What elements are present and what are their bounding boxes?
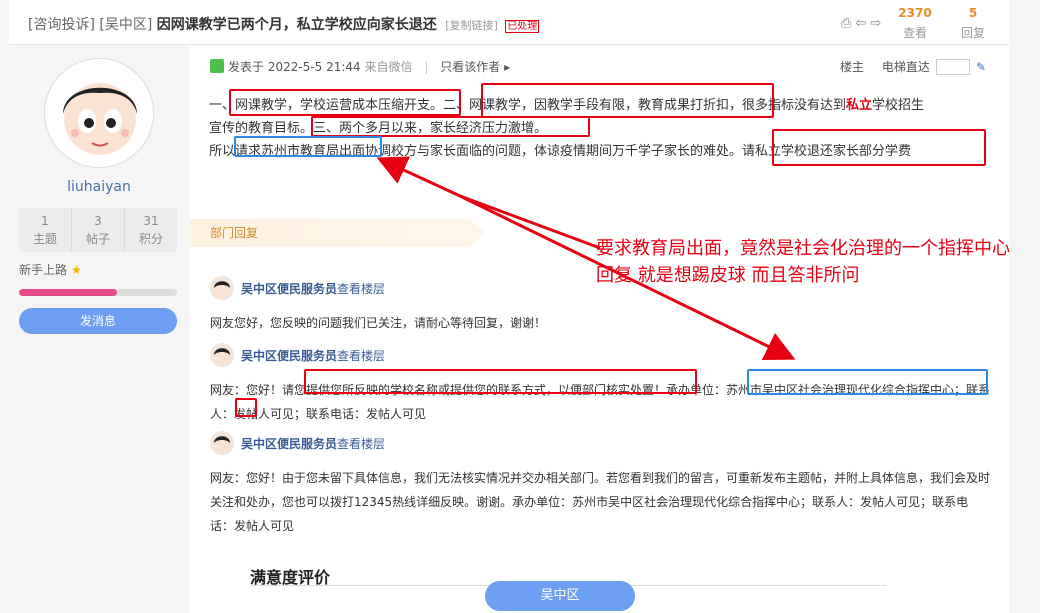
replier-avatar[interactable] <box>210 276 234 300</box>
status-badge: 已处理 <box>505 20 540 33</box>
highlight-box-blue <box>747 369 988 395</box>
stat-topics[interactable]: 1 主题 <box>19 208 72 252</box>
highlight-box-blue <box>234 136 382 157</box>
floor-label: 楼主 <box>840 60 865 74</box>
highlight-box <box>311 116 590 137</box>
replier-name[interactable]: 吴中区便民服务员 <box>241 435 337 452</box>
stat-topics-label: 主题 <box>32 232 57 246</box>
replier-name[interactable]: 吴中区便民服务员 <box>241 347 337 364</box>
post-line-1-emphasis: 私立 <box>846 98 873 113</box>
user-level-label: 新手上路 <box>19 263 68 277</box>
stat-points-label: 积分 <box>138 232 163 246</box>
reply-3: 吴中区便民服务员 查看楼层 网友：您好！由于您未留下具体信息，我们无法核实情况并交… <box>210 431 990 538</box>
highlight-box <box>229 89 461 116</box>
replier-avatar[interactable] <box>210 343 234 367</box>
user-sidebar: liuhaiyan 1 主题 3 帖子 31 积分 新手上路 ★ 发消息 <box>9 46 189 613</box>
replier-name[interactable]: 吴中区便民服务员 <box>241 280 337 297</box>
user-avatar[interactable] <box>44 58 154 168</box>
post-source: 来自微信 <box>364 60 413 74</box>
user-stats: 1 主题 3 帖子 31 积分 <box>19 208 177 252</box>
highlight-box <box>304 369 697 394</box>
replier-avatar[interactable] <box>210 431 234 455</box>
stat-posts[interactable]: 3 帖子 <box>72 208 125 252</box>
view-floor-link[interactable]: 查看楼层 <box>337 435 385 452</box>
category-tag[interactable]: [咨询投诉] <box>28 17 95 33</box>
jump-label: 电梯直达 <box>881 60 930 74</box>
next-icon[interactable]: ⇨ <box>870 16 885 31</box>
thread-tools: ⎙⇦⇨ <box>841 16 885 31</box>
post-line-1-tail: 学校招生 <box>872 98 925 113</box>
views-label: 查看 <box>902 26 927 40</box>
thread-title-line: [咨询投诉] [吴中区] 因网课教学已两个月，私立学校应向家长退还 [复制链接]… <box>28 14 540 34</box>
highlight-box <box>235 398 257 417</box>
prev-icon[interactable]: ⇦ <box>855 16 870 31</box>
highlight-box <box>481 83 774 118</box>
thread-title: 因网课教学已两个月，私立学校应向家长退还 <box>156 17 437 33</box>
page: [咨询投诉] [吴中区] 因网课教学已两个月，私立学校应向家长退还 [复制链接]… <box>0 0 1040 613</box>
stat-topics-value: 1 <box>41 214 49 228</box>
floor-nav: 楼主 电梯直达 ✎ <box>840 58 986 75</box>
view-floor-link[interactable]: 查看楼层 <box>337 280 385 297</box>
district-button[interactable]: 吴中区 <box>485 581 635 611</box>
meta-divider: | <box>424 60 429 74</box>
stat-posts-value: 3 <box>94 214 102 228</box>
stat-posts-label: 帖子 <box>85 232 110 246</box>
level-progress-fill <box>19 289 117 296</box>
reply-body: 网友您好，您反映的问题我们已关注，请耐心等待回复，谢谢！ <box>210 316 547 330</box>
thread-header: [咨询投诉] [吴中区] 因网课教学已两个月，私立学校应向家长退还 [复制链接]… <box>9 0 1009 45</box>
send-message-button[interactable]: 发消息 <box>19 308 177 334</box>
level-progress-bar <box>19 289 177 296</box>
replies-count: 5 <box>968 6 978 20</box>
view-floor-link[interactable]: 查看楼层 <box>337 347 385 364</box>
reply-body: 网友：您好！由于您未留下具体信息，我们无法核实情况并交办相关部门。若您看到我们的… <box>210 471 991 533</box>
post-meta: 发表于 2022-5-5 21:44 来自微信 | 只看该作者 ▸ <box>210 58 510 75</box>
views-stat: 2370 查看 <box>895 6 935 41</box>
floor-jump-input[interactable] <box>935 59 970 75</box>
copy-link[interactable]: [复制链接] <box>445 19 498 32</box>
views-count: 2370 <box>898 6 932 20</box>
username[interactable]: liuhaiyan <box>9 179 189 195</box>
jump-go-icon[interactable]: ✎ <box>976 60 986 74</box>
replies-stat: 5 回复 <box>953 6 993 41</box>
stat-points[interactable]: 31 积分 <box>125 208 177 252</box>
replies-label: 回复 <box>960 26 985 40</box>
print-icon[interactable]: ⎙ <box>841 16 855 31</box>
department-reply-header: 部门回复 <box>190 219 485 247</box>
annotation-text: 要求教育局出面，竟然是社会化治理的一个指挥中心回复 就是想踢皮球 而且答非所问 <box>596 238 1010 286</box>
caret-right-icon: ▸ <box>504 60 511 74</box>
user-level: 新手上路 ★ <box>19 261 82 278</box>
highlight-box <box>772 129 986 166</box>
only-author-link[interactable]: 只看该作者 <box>440 60 500 74</box>
wechat-icon <box>210 59 224 73</box>
star-icon: ★ <box>71 263 82 277</box>
district-tag[interactable]: [吴中区] <box>99 17 152 33</box>
post-date: 发表于 2022-5-5 21:44 <box>228 60 361 74</box>
stat-points-value: 31 <box>143 214 159 228</box>
